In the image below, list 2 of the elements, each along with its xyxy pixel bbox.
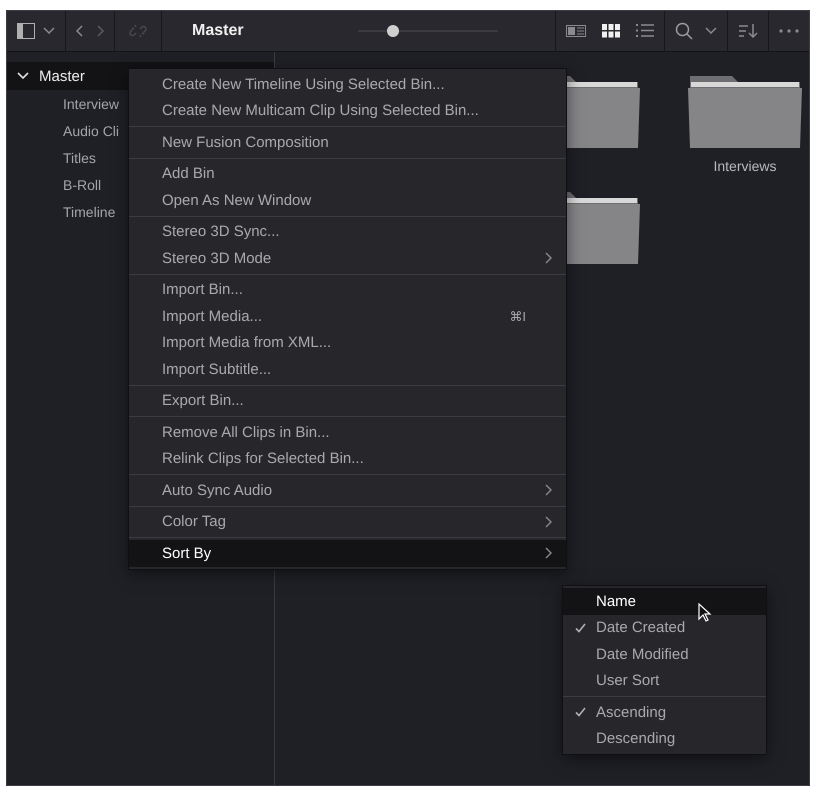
bin-title: Master — [192, 22, 245, 40]
bin-label: Interviews — [713, 158, 777, 174]
